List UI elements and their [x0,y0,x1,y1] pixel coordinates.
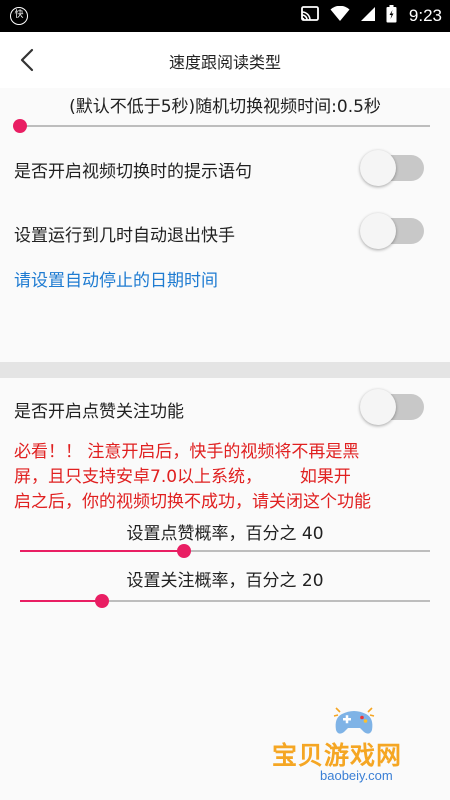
slider-fill [20,600,102,602]
slider-thumb[interactable] [13,119,27,133]
wifi-icon [330,5,350,26]
like-follow-label: 是否开启点赞关注功能 [14,402,184,422]
status-time: 9:23 [408,6,442,25]
battery-icon [386,5,397,27]
watermark-url: baobeiy.com [320,768,393,783]
auto-exit-toggle[interactable] [360,213,424,249]
page-title: 速度跟阅读类型 [168,53,281,72]
watermark-text: 宝贝游戏网 [272,741,403,770]
toggle-thumb [360,150,396,186]
cast-icon [300,5,320,27]
slider-fill [20,550,184,552]
like-rate-slider[interactable] [20,539,430,563]
app-notification-icon: 快 [10,7,28,25]
toggle-thumb [360,389,396,425]
warning-line: 启之后，你的视频切换不成功，请关闭这个功能 [14,492,371,512]
site-watermark: 宝贝游戏网 baobeiy.com [262,702,442,794]
slider-thumb[interactable] [177,544,191,558]
slider-track [20,125,430,127]
set-stop-date-link[interactable]: 请设置自动停止的日期时间 [14,266,218,291]
status-icons: 9:23 [300,0,442,32]
follow-rate-slider[interactable] [20,589,430,613]
status-bar: 快 9:23 [0,0,450,32]
video-switch-time-slider[interactable] [13,114,430,138]
section-divider [0,362,450,378]
warning-text: 必看！！ 注意开启后，快手的视频将不再是黑 屏，且只支持安卓7.0以上系统， 如… [14,440,438,515]
signal-icon [360,6,376,26]
follow-rate-label: 设置关注概率，百分之 20 [126,571,324,591]
warning-line: 屏，且只支持安卓7.0以上系统， 如果开 [14,467,351,487]
like-follow-toggle[interactable] [360,389,424,425]
slider-thumb[interactable] [95,594,109,608]
switch-tip-toggle[interactable] [360,150,424,186]
warning-line: 必看！！ 注意开启后，快手的视频将不再是黑 [14,442,360,462]
gamepad-icon [333,707,375,734]
auto-exit-label: 设置运行到几时自动退出快手 [14,226,235,246]
app-bar: 速度跟阅读类型 [0,32,450,88]
switch-tip-label: 是否开启视频切换时的提示语句 [14,162,252,182]
toggle-thumb [360,213,396,249]
